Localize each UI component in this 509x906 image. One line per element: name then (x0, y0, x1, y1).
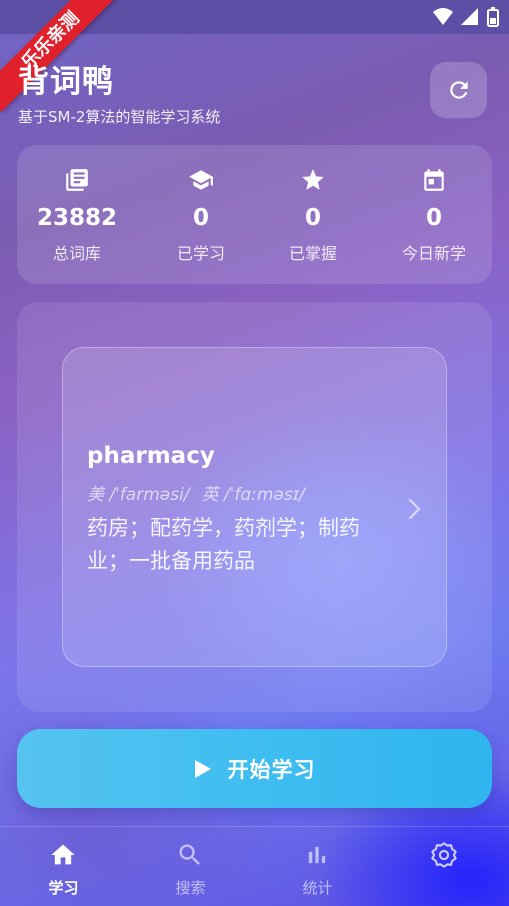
uk-phonetic: 英 /ˈfɑːməsɪ/ (201, 485, 305, 505)
word-card[interactable]: pharmacy 美 /ˈfarməsi/英 /ˈfɑːməsɪ/ 药房；配药学… (62, 347, 447, 667)
stat-value: 0 (425, 205, 442, 231)
nav-label: 统计 (302, 879, 333, 897)
word-area: pharmacy 美 /ˈfarməsi/英 /ˈfɑːməsɪ/ 药房；配药学… (17, 302, 492, 712)
home-icon (51, 844, 75, 865)
refresh-icon (449, 81, 468, 99)
stat-label: 已掌握 (288, 244, 337, 263)
star-icon (302, 169, 324, 190)
us-phonetic: 美 /ˈfarməsi/ (87, 485, 190, 505)
nav-item-stats[interactable]: 统计 (254, 827, 381, 906)
battery-icon (487, 7, 499, 27)
start-learning-label: 开始学习 (227, 757, 316, 782)
word-meaning: 药房；配药学，药剂学；制药业；一批备用药品 (87, 516, 360, 573)
stats-card: 23882 总词库 0 已学习 0 已掌握 0 今日新学 (17, 145, 492, 284)
settings-icon (431, 842, 457, 868)
stat-value: 0 (192, 205, 209, 231)
play-icon (194, 759, 211, 778)
nav-item-search[interactable]: 搜索 (127, 827, 254, 906)
book-icon (66, 169, 88, 191)
phonetics: 美 /ˈfarməsi/英 /ˈfɑːməsɪ/ (87, 480, 317, 505)
stat-value: 0 (304, 205, 321, 231)
start-learning-button[interactable]: 开始学习 (17, 729, 492, 808)
refresh-button[interactable] (430, 62, 487, 118)
calendar-icon (424, 169, 444, 191)
signal-icon (461, 8, 478, 25)
chevron-right-icon[interactable] (408, 498, 422, 520)
wifi-icon (433, 8, 453, 25)
stat-label: 已学习 (176, 244, 225, 263)
stat-value: 23882 (36, 205, 118, 231)
app-title: 背词鸭 (18, 64, 114, 100)
nav-label: 学习 (48, 879, 79, 897)
graduation-cap-icon (189, 170, 213, 190)
app-subtitle: 基于SM-2算法的智能学习系统 (18, 108, 221, 126)
stat-label: 今日新学 (401, 244, 466, 263)
status-bar (0, 0, 509, 34)
bar-chart-icon (308, 846, 326, 864)
word-text: pharmacy (87, 443, 215, 469)
stat-label: 总词库 (52, 244, 101, 263)
search-icon (179, 844, 200, 865)
nav-item-settings[interactable] (381, 827, 508, 906)
nav-label: 搜索 (175, 879, 206, 897)
nav-item-learn[interactable]: 学习 (0, 827, 127, 906)
bottom-nav: 学习 搜索 统计 (0, 826, 509, 906)
